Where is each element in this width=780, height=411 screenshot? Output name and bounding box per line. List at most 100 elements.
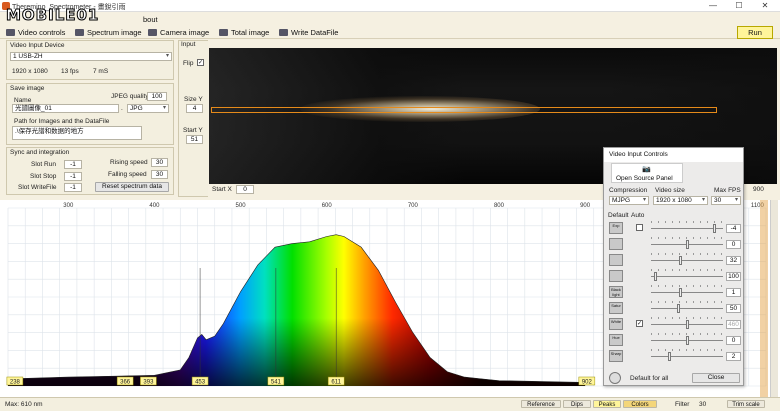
run-button[interactable]: Run <box>737 26 773 39</box>
video-controls-tab[interactable]: Video controls <box>6 27 65 38</box>
slider-thumb[interactable] <box>654 272 658 281</box>
control-slider[interactable] <box>651 288 723 297</box>
slider-ticks <box>651 237 723 239</box>
filter-value[interactable]: 30 <box>699 401 706 408</box>
slot-stop-label: Slot Stop <box>30 173 57 180</box>
trim-scale-button[interactable]: Trim scale <box>727 400 765 408</box>
control-slider[interactable] <box>651 304 723 313</box>
slider-ticks <box>651 269 723 271</box>
size-y-label: Size Y <box>184 96 203 103</box>
max-fps-select[interactable]: 30 <box>711 196 741 205</box>
toolbar: Video controls Spectrum image Camera ima… <box>0 26 780 39</box>
auto-checkbox[interactable] <box>636 224 643 231</box>
slider-thumb[interactable] <box>668 352 672 361</box>
start-y-field[interactable]: 51 <box>186 135 203 144</box>
slider-thumb[interactable] <box>713 224 717 233</box>
video-size-select[interactable]: 1920 x 1080 <box>653 196 708 205</box>
save-image-header: Save image <box>10 85 45 92</box>
size-y-field[interactable]: 4 <box>186 104 203 113</box>
control-default-button[interactable] <box>609 254 623 266</box>
video-size-label: Video size <box>655 187 685 194</box>
spectrum-image-tab[interactable]: Spectrum image <box>75 27 142 38</box>
reset-spectrum-button[interactable]: Reset spectrum data <box>95 182 169 192</box>
sync-panel: Sync and integration Slot Run -1 Slot St… <box>6 147 174 195</box>
control-value[interactable]: 2 <box>726 352 741 361</box>
slider-ticks <box>651 349 723 351</box>
default-for-all-icon[interactable] <box>609 372 621 384</box>
colors-button[interactable]: Colors <box>623 400 657 408</box>
dips-button[interactable]: Dips <box>563 400 591 408</box>
image-name-field[interactable]: 光譜圖像_01 <box>12 104 119 113</box>
control-value[interactable]: 100 <box>726 272 741 281</box>
slot-stop-field[interactable]: -1 <box>64 172 82 181</box>
about-menu-item[interactable]: bout <box>143 15 158 24</box>
write-datafile-tab[interactable]: Write DataFile <box>279 27 338 38</box>
control-slider[interactable] <box>651 224 723 233</box>
control-value[interactable]: 50 <box>726 304 741 313</box>
control-default-button[interactable]: White <box>609 318 623 330</box>
control-default-button[interactable] <box>609 238 623 250</box>
control-value[interactable]: 0 <box>726 336 741 345</box>
camera-image-tab[interactable]: Camera image <box>148 27 209 38</box>
path-field[interactable]: .\保存光譜和数据的地方 <box>12 126 142 140</box>
start-x-label: Start X <box>212 186 232 193</box>
control-default-button[interactable] <box>609 270 623 282</box>
close-dialog-button[interactable]: Close <box>692 373 740 383</box>
control-value[interactable]: 1 <box>726 288 741 297</box>
control-default-button[interactable]: Sharp <box>609 350 623 362</box>
control-slider[interactable] <box>651 320 723 329</box>
close-window-button[interactable]: ✕ <box>752 1 778 11</box>
control-default-button[interactable]: Black light <box>609 286 623 298</box>
region-of-interest-box[interactable] <box>211 107 717 113</box>
peaks-button[interactable]: Peaks <box>593 400 621 408</box>
device-select[interactable]: 1 USB-ZH <box>10 52 172 61</box>
auto-checkbox[interactable]: ✓ <box>636 320 643 327</box>
slot-writefile-field[interactable]: -1 <box>64 183 82 192</box>
x-tick-label: 400 <box>149 203 160 209</box>
control-default-button[interactable]: Exp <box>609 222 623 234</box>
maximize-button[interactable]: ☐ <box>726 1 752 11</box>
total-image-tab[interactable]: Total image <box>219 27 269 38</box>
slider-thumb[interactable] <box>685 240 689 249</box>
slider-thumb[interactable] <box>678 256 682 265</box>
total-image-icon <box>219 29 228 36</box>
format-select[interactable]: JPG <box>127 104 169 113</box>
slider-thumb[interactable] <box>685 336 689 345</box>
default-for-all-label: Default for all <box>630 375 669 382</box>
rising-speed-field[interactable]: 30 <box>151 158 168 167</box>
slider-thumb[interactable] <box>685 320 689 329</box>
video-input-device-panel: Video Input Device 1 USB-ZH 1920 x 1080 … <box>6 40 174 80</box>
x-tick-label: 700 <box>408 203 419 209</box>
slider-thumb[interactable] <box>677 304 681 313</box>
jpeg-quality-field[interactable]: 100 <box>147 92 167 101</box>
control-value[interactable]: -4 <box>726 224 741 233</box>
minimize-button[interactable]: — <box>700 1 726 11</box>
control-value[interactable]: 32 <box>726 256 741 265</box>
open-source-panel-label: Open Source Panel <box>616 175 673 182</box>
peak-label: 393 <box>143 380 154 386</box>
x-tick-label: 300 <box>63 203 74 209</box>
control-default-button[interactable]: Hue <box>609 334 623 346</box>
control-slider[interactable] <box>651 272 723 281</box>
slot-writefile-label: Slot WriteFile <box>18 184 57 191</box>
start-y-label: Start Y <box>183 127 203 134</box>
falling-speed-label: Falling speed <box>108 171 147 178</box>
control-slider[interactable] <box>651 352 723 361</box>
flip-checkbox[interactable]: ✓ <box>197 59 204 66</box>
compression-select[interactable]: MJPG <box>609 196 649 205</box>
open-source-panel-button[interactable]: 📷 Open Source Panel <box>611 163 683 183</box>
slot-run-field[interactable]: -1 <box>64 160 82 169</box>
control-value[interactable]: 0 <box>726 240 741 249</box>
control-value[interactable]: 460 <box>726 320 741 329</box>
slider-ticks <box>651 333 723 335</box>
control-slider[interactable] <box>651 240 723 249</box>
webcam-icon: 📷 <box>642 166 651 173</box>
control-default-button[interactable]: Satur <box>609 302 623 314</box>
reference-button[interactable]: Reference <box>521 400 561 408</box>
control-slider[interactable] <box>651 256 723 265</box>
slider-thumb[interactable] <box>678 288 682 297</box>
start-x-field[interactable]: 0 <box>236 185 254 194</box>
control-slider[interactable] <box>651 336 723 345</box>
falling-speed-field[interactable]: 30 <box>151 170 168 179</box>
spectrum-scrollbar[interactable] <box>770 200 778 397</box>
